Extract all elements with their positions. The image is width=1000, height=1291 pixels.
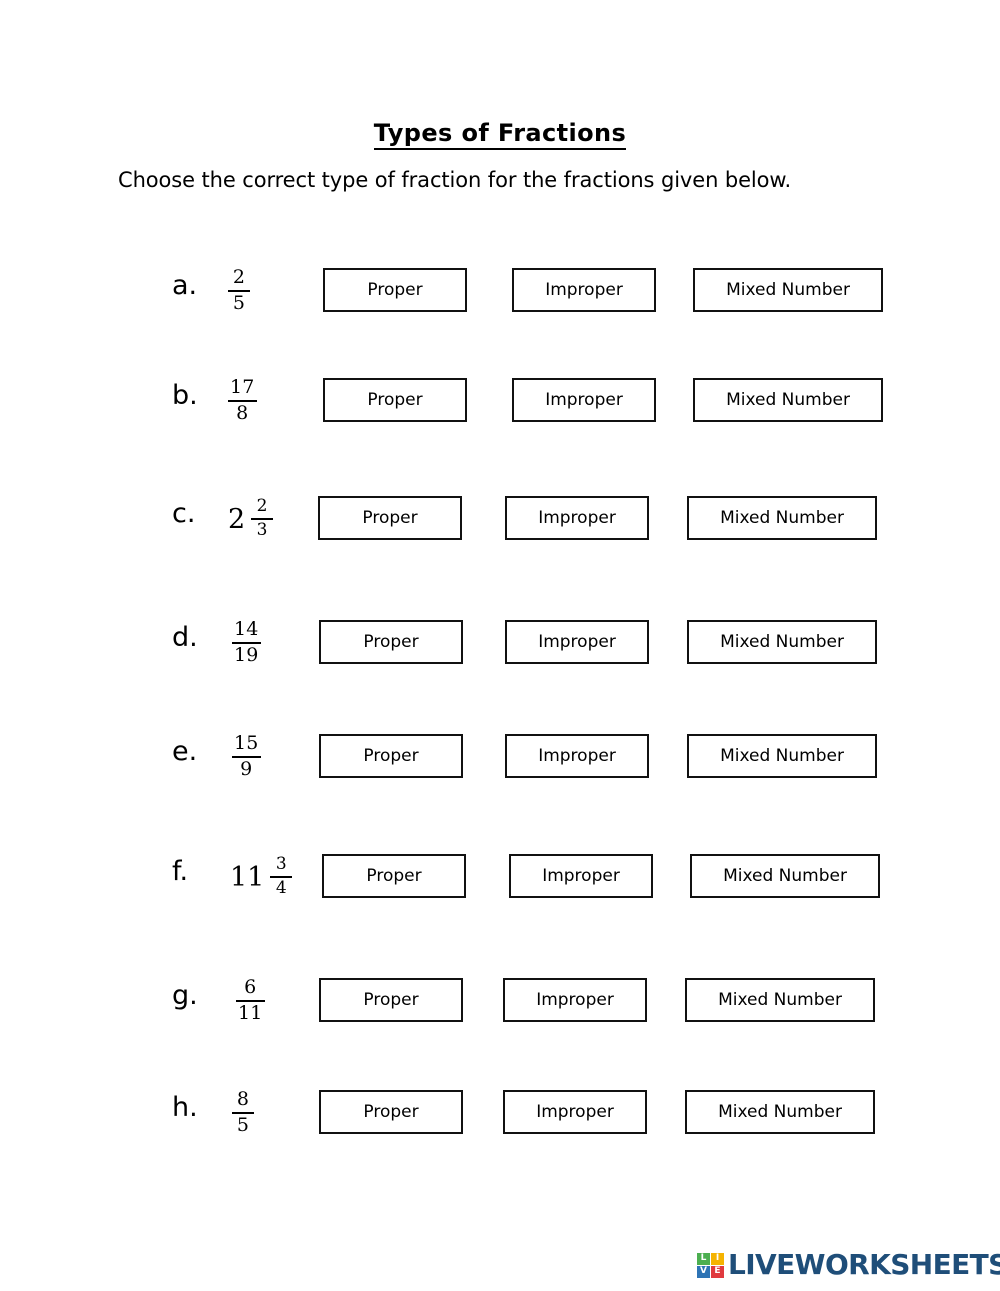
option-mixed-number-button[interactable]: Mixed Number [687, 496, 877, 540]
question-label: c. [172, 498, 196, 529]
question-label: a. [172, 270, 198, 301]
option-proper-button[interactable]: Proper [319, 734, 463, 778]
fraction-numerator: 14 [234, 618, 259, 641]
question-label: g. [172, 980, 198, 1011]
question-label: f. [172, 856, 189, 887]
option-mixed-number-button[interactable]: Mixed Number [690, 854, 880, 898]
option-improper-button[interactable]: Improper [509, 854, 653, 898]
option-proper-button[interactable]: Proper [323, 268, 467, 312]
fraction-denominator: 4 [275, 878, 287, 898]
question-row: f. 11 3 4 Proper Improper Mixed Number [0, 832, 1000, 950]
logo-tile-i: I [711, 1252, 724, 1265]
option-proper-button[interactable]: Proper [319, 620, 463, 664]
question-row: g. 6 11 Proper Improper Mixed Number [0, 956, 1000, 1074]
fraction: 25 [228, 266, 250, 314]
option-improper-button[interactable]: Improper [505, 734, 649, 778]
instruction-text: Choose the correct type of fraction for … [118, 168, 792, 192]
question-label: b. [172, 380, 198, 411]
option-proper-button[interactable]: Proper [319, 978, 463, 1022]
option-improper-button[interactable]: Improper [512, 268, 656, 312]
fraction-denominator: 11 [238, 1002, 263, 1024]
fraction: 23 [251, 496, 274, 540]
fraction-numerator: 8 [236, 1088, 250, 1111]
question-label: e. [172, 736, 198, 767]
page-title-text: Types of Fractions [373, 120, 627, 151]
fraction: 15 9 [232, 732, 261, 780]
option-mixed-number-button[interactable]: Mixed Number [687, 620, 877, 664]
page-title: Types of Fractions [0, 120, 1000, 151]
liveworksheets-logo: L I V E LIVEWORKSHEETS [697, 1248, 1000, 1282]
option-mixed-number-button[interactable]: Mixed Number [687, 734, 877, 778]
option-mixed-number-button[interactable]: Mixed Number [685, 1090, 875, 1134]
option-mixed-number-button[interactable]: Mixed Number [685, 978, 875, 1022]
fraction: 34 [270, 854, 293, 898]
option-improper-button[interactable]: Improper [505, 620, 649, 664]
option-improper-button[interactable]: Improper [512, 378, 656, 422]
logo-tile-e: E [711, 1265, 724, 1278]
fraction-expression: 85 [232, 1076, 254, 1150]
fraction-expression: 14 19 [232, 606, 261, 680]
fraction-numerator: 17 [230, 376, 255, 399]
option-improper-button[interactable]: Improper [503, 1090, 647, 1134]
fraction: 6 11 [236, 976, 265, 1024]
fraction-denominator: 9 [240, 758, 253, 780]
fraction-expression: 6 11 [236, 964, 265, 1038]
liveworksheets-logo-tiles: L I V E [697, 1252, 724, 1278]
option-proper-button[interactable]: Proper [323, 378, 467, 422]
fraction-expression: 17 8 [228, 364, 257, 438]
whole-number: 2 [228, 503, 246, 535]
question-row: c. 2 2 3 Proper Improper Mixed Number [0, 474, 1000, 592]
option-improper-button[interactable]: Improper [503, 978, 647, 1022]
question-row: d. 14 19 Proper Improper Mixed Number [0, 598, 1000, 716]
question-row: e. 15 9 Proper Improper Mixed Number [0, 712, 1000, 830]
whole-number: 11 [230, 861, 265, 893]
fraction-numerator: 2 [232, 266, 246, 289]
option-improper-button[interactable]: Improper [505, 496, 649, 540]
fraction-numerator: 3 [275, 854, 287, 875]
fraction-numerator: 2 [256, 496, 268, 517]
fraction: 14 19 [232, 618, 261, 666]
question-row: a. 2 5 Proper Improper Mixed Number [0, 246, 1000, 364]
question-row: b. 17 8 Proper Improper Mixed Number [0, 356, 1000, 474]
fraction-expression: 11 3 4 [230, 840, 293, 914]
fraction-expression: 15 9 [232, 720, 261, 794]
question-row: h. 8 5 Proper Improper Mixed Number [0, 1068, 1000, 1186]
fraction-expression: 25 [228, 254, 250, 328]
fraction-denominator: 5 [232, 292, 246, 314]
logo-tile-v: V [697, 1265, 710, 1278]
fraction-denominator: 5 [236, 1114, 250, 1136]
option-proper-button[interactable]: Proper [319, 1090, 463, 1134]
fraction: 85 [232, 1088, 254, 1136]
fraction-numerator: 6 [244, 976, 257, 999]
option-mixed-number-button[interactable]: Mixed Number [693, 268, 883, 312]
fraction-denominator: 19 [234, 644, 259, 666]
option-proper-button[interactable]: Proper [318, 496, 462, 540]
option-proper-button[interactable]: Proper [322, 854, 466, 898]
fraction-expression: 223 [228, 482, 274, 556]
fraction-denominator: 8 [236, 402, 249, 424]
fraction-denominator: 3 [256, 520, 268, 540]
question-label: h. [172, 1092, 198, 1123]
fraction: 17 8 [228, 376, 257, 424]
question-label: d. [172, 622, 198, 653]
option-mixed-number-button[interactable]: Mixed Number [693, 378, 883, 422]
logo-tile-l: L [697, 1252, 710, 1265]
fraction-numerator: 15 [234, 732, 259, 755]
liveworksheets-wordmark: LIVEWORKSHEETS [728, 1248, 1000, 1281]
